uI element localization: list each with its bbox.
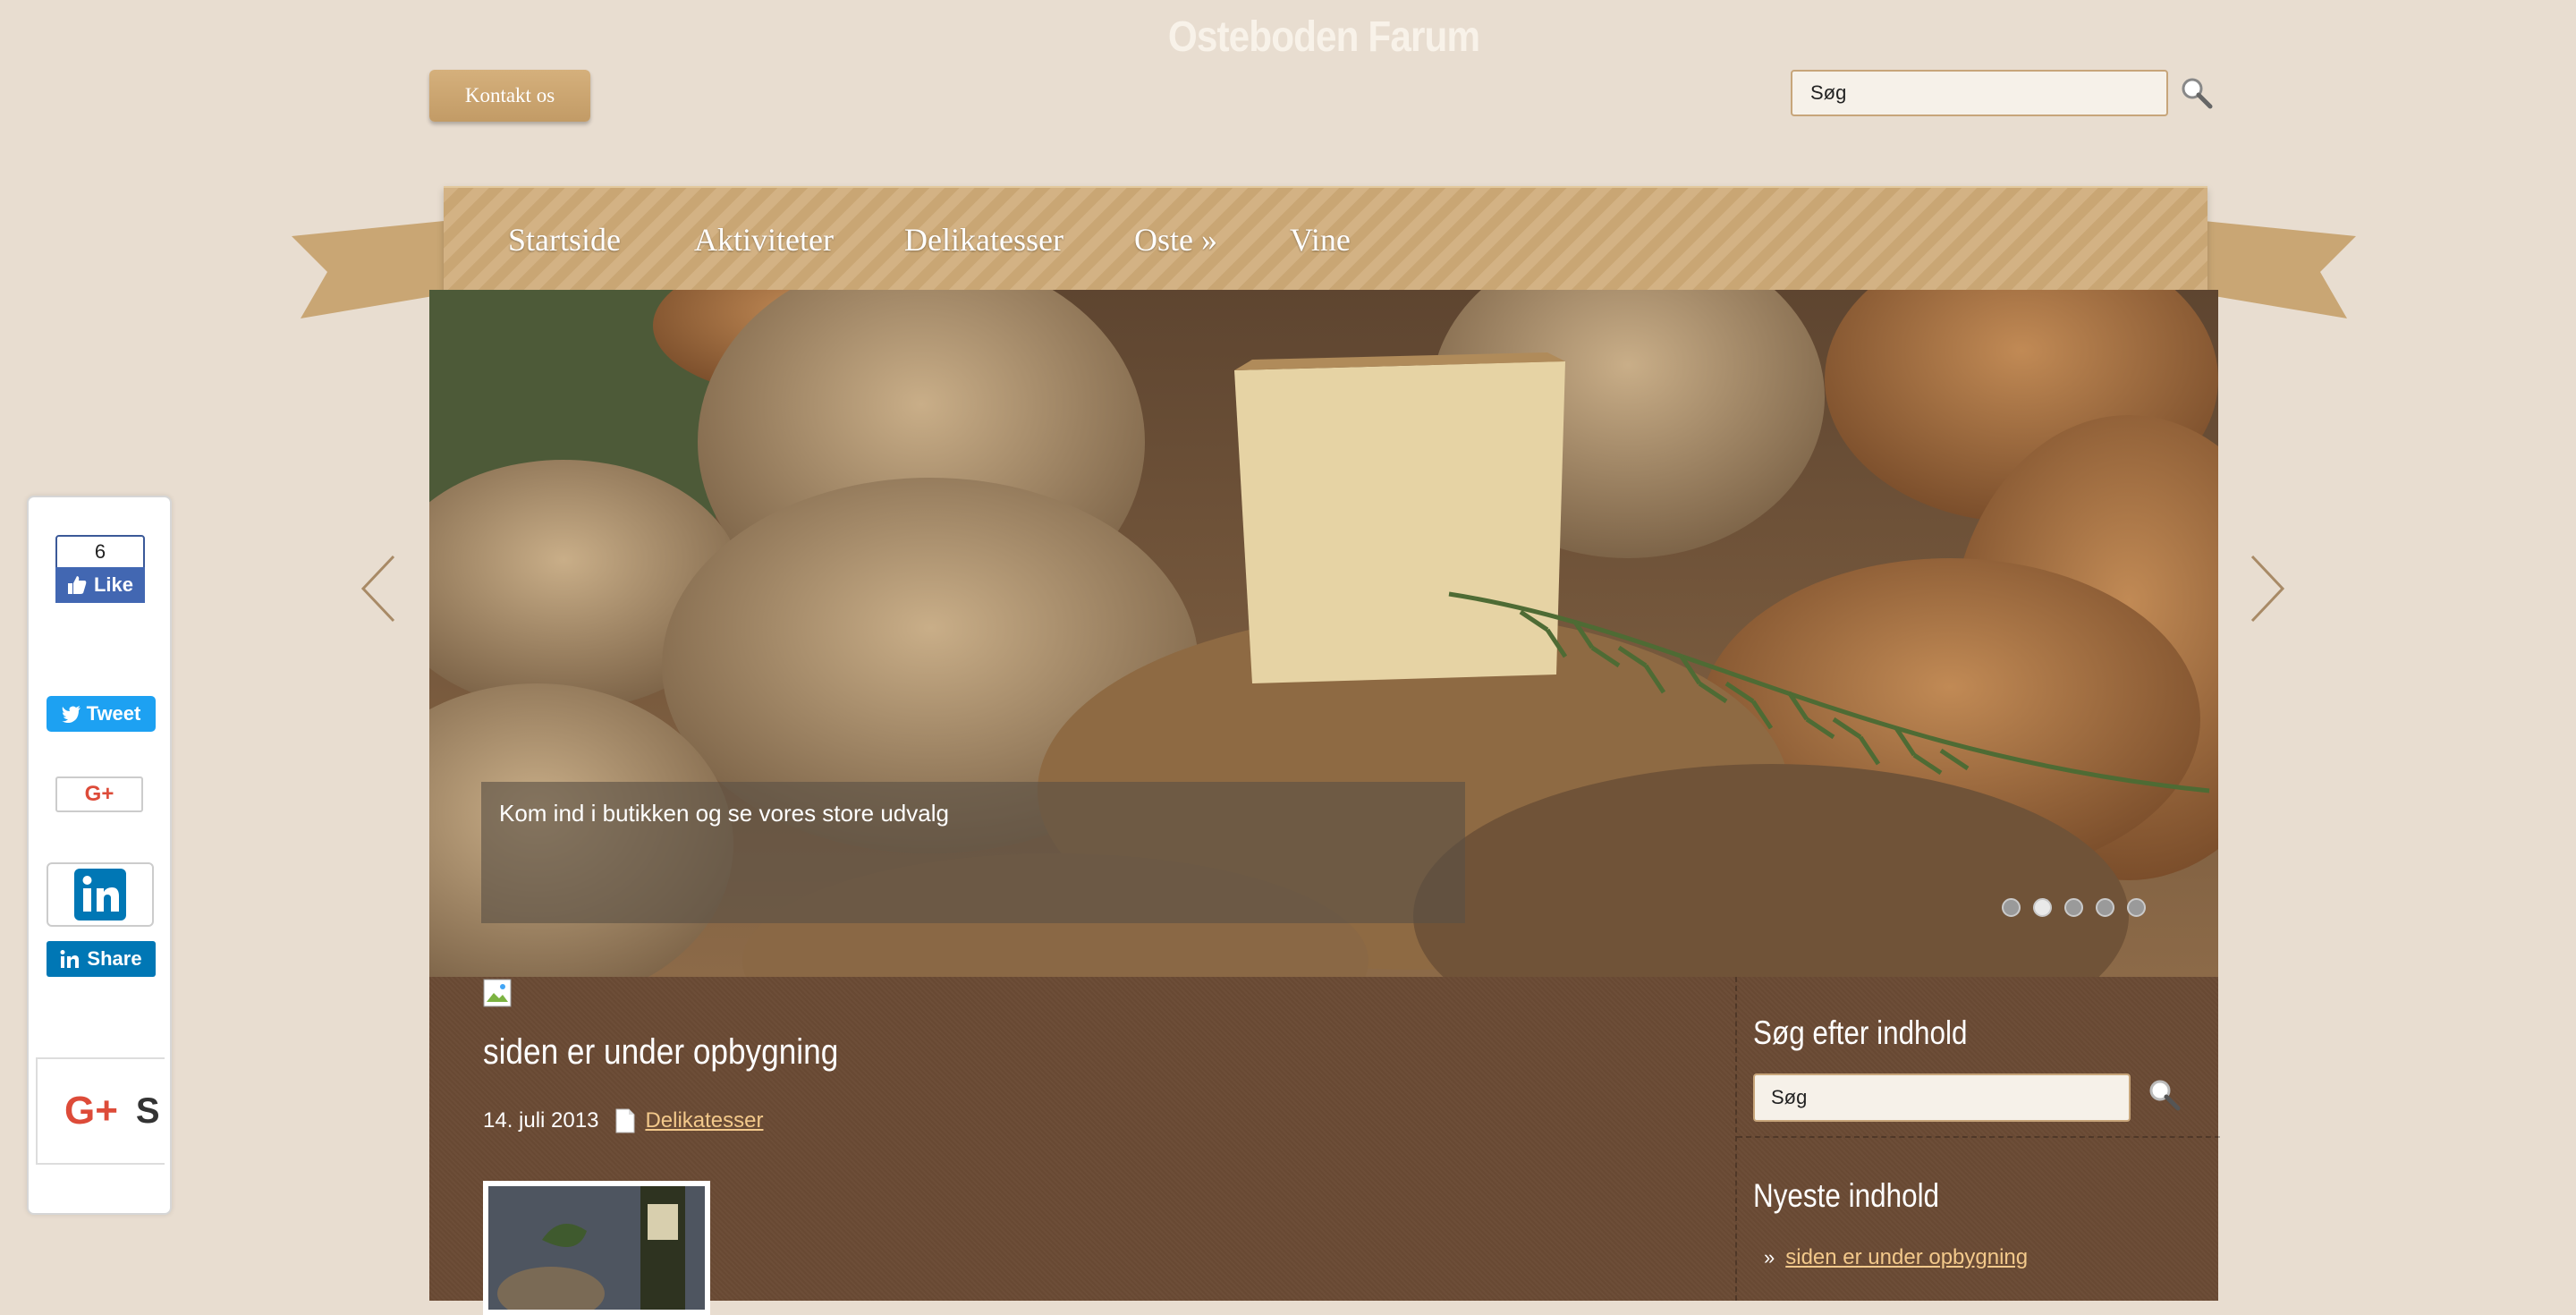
contact-button[interactable]: Kontakt os xyxy=(429,70,590,122)
slide-caption: Kom ind i butikken og se vores store udv… xyxy=(481,782,1465,923)
search-icon[interactable] xyxy=(2147,1077,2182,1113)
slider-dot[interactable] xyxy=(2064,898,2083,917)
slider-dot[interactable] xyxy=(2096,898,2114,917)
list-item: » siden er under opbygning xyxy=(1764,1245,2028,1270)
wine-cheese-thumbnail-image xyxy=(488,1186,705,1310)
slider-next-arrow-icon[interactable] xyxy=(2247,553,2288,624)
tweet-label: Tweet xyxy=(86,702,141,725)
thumbs-up-icon xyxy=(67,576,87,594)
post-category-link[interactable]: Delikatesser xyxy=(645,1108,763,1133)
slider-dot[interactable] xyxy=(2002,898,2021,917)
search-icon[interactable] xyxy=(2179,75,2215,111)
list-bullet: » xyxy=(1764,1246,1775,1268)
sidebar-divider xyxy=(1737,1136,2220,1138)
linkedin-share-button[interactable]: Share xyxy=(47,941,156,977)
document-icon xyxy=(615,1108,635,1133)
google-plus-button[interactable]: G+ xyxy=(55,776,143,812)
sidebar-newest-heading: Nyeste indhold xyxy=(1753,1177,1940,1214)
slider-dot-active[interactable] xyxy=(2033,898,2052,917)
slider-dots xyxy=(2002,898,2146,917)
google-plus-icon: G+ xyxy=(64,1089,118,1133)
linkedin-small-icon xyxy=(60,950,80,968)
facebook-like-label: Like xyxy=(93,573,134,596)
sidebar-search-heading: Søg efter indhold xyxy=(1753,1014,1968,1051)
facebook-like-button[interactable]: Like xyxy=(55,567,145,603)
site-title[interactable]: Osteboden Farum xyxy=(1104,13,1545,62)
facebook-like-count: 6 xyxy=(55,535,145,569)
social-share-panel: 6 Like Tweet G+ Share G+ S xyxy=(27,496,172,1215)
header-search-input[interactable]: Søg xyxy=(1791,70,2168,116)
linkedin-icon xyxy=(74,869,126,920)
main-nav: Startside Aktiviteter Delikatesser Oste … xyxy=(444,186,2207,292)
nav-item-delikatesser[interactable]: Delikatesser xyxy=(904,188,1063,292)
linkedin-share-label: Share xyxy=(87,947,142,970)
nav-item-oste[interactable]: Oste » xyxy=(1134,188,1217,292)
post-title[interactable]: siden er under opbygning xyxy=(483,1032,838,1073)
post-meta: 14. juli 2013 Delikatesser xyxy=(483,1107,763,1134)
post-date: 14. juli 2013 xyxy=(483,1108,599,1133)
google-plus-share-text: S xyxy=(135,1090,160,1131)
sidebar: Søg efter indhold Søg Nyeste indhold » s… xyxy=(1735,977,2220,1301)
post-thumbnail[interactable] xyxy=(483,1181,710,1315)
nav-item-aktiviteter[interactable]: Aktiviteter xyxy=(694,188,834,292)
twitter-bird-icon xyxy=(61,706,80,723)
nav-item-vine[interactable]: Vine xyxy=(1290,188,1351,292)
tweet-button[interactable]: Tweet xyxy=(47,696,156,732)
slider-dot[interactable] xyxy=(2127,898,2146,917)
main-content: siden er under opbygning 14. juli 2013 D… xyxy=(429,977,2220,1315)
broken-image-icon xyxy=(483,979,512,1007)
image-slider: Kom ind i butikken og se vores store udv… xyxy=(429,290,2218,977)
google-plus-share-box[interactable]: G+ S xyxy=(36,1057,165,1165)
linkedin-count-box xyxy=(47,862,154,927)
nav-item-startside[interactable]: Startside xyxy=(508,188,621,292)
slide-caption-text: Kom ind i butikken og se vores store udv… xyxy=(499,800,949,827)
slider-prev-arrow-icon[interactable] xyxy=(358,553,399,624)
newest-post-link[interactable]: siden er under opbygning xyxy=(1785,1245,2028,1270)
sidebar-search-input[interactable]: Søg xyxy=(1753,1073,2131,1122)
